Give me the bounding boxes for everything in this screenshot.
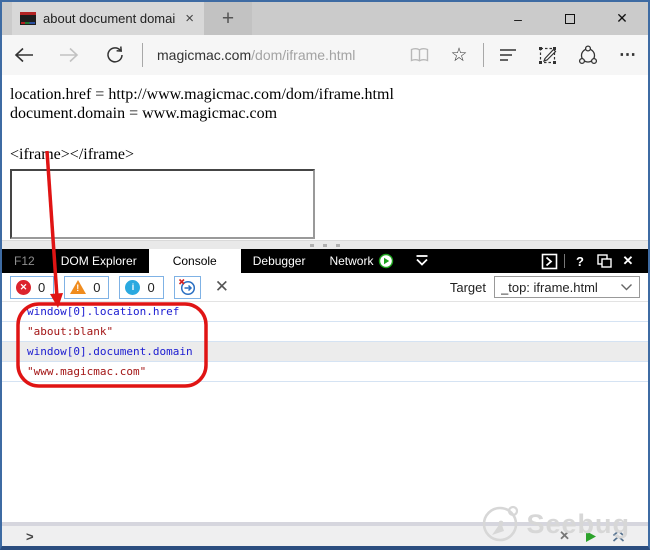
tab-network[interactable]: Network — [317, 249, 406, 273]
undock-windows-icon — [596, 253, 613, 269]
info-count: 0 — [147, 280, 154, 295]
splitter-dot — [323, 244, 327, 247]
web-note-pencil-icon — [538, 45, 558, 65]
url-path: /dom/iframe.html — [251, 47, 355, 63]
address-bar[interactable]: magicmac.com/dom/iframe.html — [147, 35, 399, 75]
error-filter-button[interactable]: ✕ 0 — [10, 276, 54, 299]
help-button[interactable]: ? — [568, 254, 592, 269]
splitter-dot — [336, 244, 340, 247]
network-record-play-icon — [378, 253, 394, 269]
browser-window: about document domai × + – ✕ — [0, 0, 650, 550]
minimize-button[interactable]: – — [492, 2, 544, 35]
window-controls: – ✕ — [492, 2, 648, 35]
back-button[interactable] — [2, 35, 46, 75]
tab-title: about document domai — [43, 11, 176, 26]
more-actions-button[interactable]: ⋯ — [608, 35, 648, 75]
console-prompt-button[interactable] — [537, 253, 561, 270]
devtools-splitter[interactable] — [2, 240, 648, 249]
page-text-line: document.domain = www.magicmac.com — [10, 104, 648, 123]
clear-on-navigate-icon — [178, 278, 196, 296]
share-button[interactable] — [568, 35, 608, 75]
favorites-button[interactable]: ☆ — [439, 35, 479, 75]
clear-console-button[interactable]: ✕ — [211, 277, 233, 297]
warning-count: 0 — [93, 280, 100, 295]
more-tools-button[interactable] — [414, 253, 430, 270]
target-value: _top: iframe.html — [501, 280, 620, 295]
refresh-button[interactable] — [92, 35, 138, 75]
console-toolbar: ✕ 0 ! 0 i 0 ✕ Target _top: iframe.html — [2, 273, 648, 302]
clear-on-navigate-button[interactable] — [174, 276, 201, 299]
warning-filter-button[interactable]: ! 0 — [64, 276, 109, 299]
close-button[interactable]: ✕ — [596, 2, 648, 35]
web-note-button[interactable] — [528, 35, 568, 75]
devtools-tabbar: F12 DOM Explorer Console Debugger Networ… — [2, 249, 648, 273]
forward-button[interactable] — [46, 35, 92, 75]
input-bar-controls: ✕ — [559, 528, 640, 544]
navigation-bar: magicmac.com/dom/iframe.html ☆ — [2, 35, 648, 75]
error-icon: ✕ — [16, 280, 31, 295]
maximize-button[interactable] — [544, 2, 596, 35]
run-play-icon[interactable] — [584, 530, 597, 543]
page-blank-line — [10, 123, 648, 145]
forward-arrow-icon — [58, 46, 80, 64]
console-entry: "about:blank" — [2, 322, 648, 342]
console-entry: window[0].location.href — [2, 302, 648, 322]
share-icon — [578, 45, 598, 65]
hub-button[interactable] — [488, 35, 528, 75]
console-entry: "www.magicmac.com" — [2, 362, 648, 382]
tab-network-label: Network — [329, 254, 373, 268]
warning-icon: ! — [70, 280, 86, 294]
titlebar: about document domai × + – ✕ — [2, 2, 648, 35]
reading-view-button[interactable] — [399, 35, 439, 75]
tab-dom-explorer[interactable]: DOM Explorer — [49, 249, 149, 273]
page-text-line: <iframe></iframe> — [10, 145, 648, 164]
tab-console[interactable]: Console — [149, 249, 241, 273]
error-count: 0 — [38, 280, 45, 295]
f12-label: F12 — [2, 254, 49, 268]
expand-input-chevrons-icon[interactable] — [611, 529, 626, 543]
dropdown-chevron-icon — [620, 283, 633, 292]
back-arrow-icon — [13, 46, 35, 64]
browser-tab[interactable]: about document domai × — [12, 2, 204, 35]
devtools-right-controls: ? ✕ — [537, 253, 648, 270]
console-entry: window[0].document.domain — [2, 342, 648, 362]
target-area: Target _top: iframe.html — [450, 276, 640, 298]
book-icon — [409, 46, 430, 64]
nav-divider — [483, 43, 484, 67]
devtools-divider — [564, 254, 565, 268]
console-box-icon — [541, 253, 558, 270]
info-filter-button[interactable]: i 0 — [119, 276, 163, 299]
favicon — [20, 12, 36, 25]
page-content: location.href = http://www.magicmac.com/… — [2, 75, 648, 240]
hub-lines-icon — [498, 47, 518, 63]
new-tab-button[interactable]: + — [204, 2, 252, 35]
nav-right-icons: ☆ — [399, 35, 648, 75]
chevron-down-icon — [414, 253, 430, 267]
splitter-dot — [310, 244, 314, 247]
url-host: magicmac.com — [157, 47, 251, 63]
star-icon: ☆ — [450, 44, 467, 67]
console-input-bar[interactable]: > ✕ — [2, 526, 648, 546]
console-output: window[0].location.href "about:blank" wi… — [2, 302, 648, 382]
devtools-close-button[interactable]: ✕ — [616, 253, 640, 269]
target-label: Target — [450, 280, 486, 295]
tab-close-icon[interactable]: × — [183, 10, 196, 27]
tab-debugger[interactable]: Debugger — [241, 249, 318, 273]
maximize-icon — [565, 14, 575, 24]
input-clear-icon[interactable]: ✕ — [559, 528, 570, 544]
target-dropdown[interactable]: _top: iframe.html — [494, 276, 640, 298]
page-text-line: location.href = http://www.magicmac.com/… — [10, 85, 648, 104]
nav-divider — [142, 43, 143, 67]
ellipsis-icon: ⋯ — [619, 45, 637, 65]
iframe-element — [10, 169, 315, 239]
prompt-chevron-icon: > — [26, 529, 34, 544]
unpin-button[interactable] — [592, 253, 616, 269]
info-icon: i — [125, 280, 140, 295]
refresh-icon — [105, 45, 125, 65]
